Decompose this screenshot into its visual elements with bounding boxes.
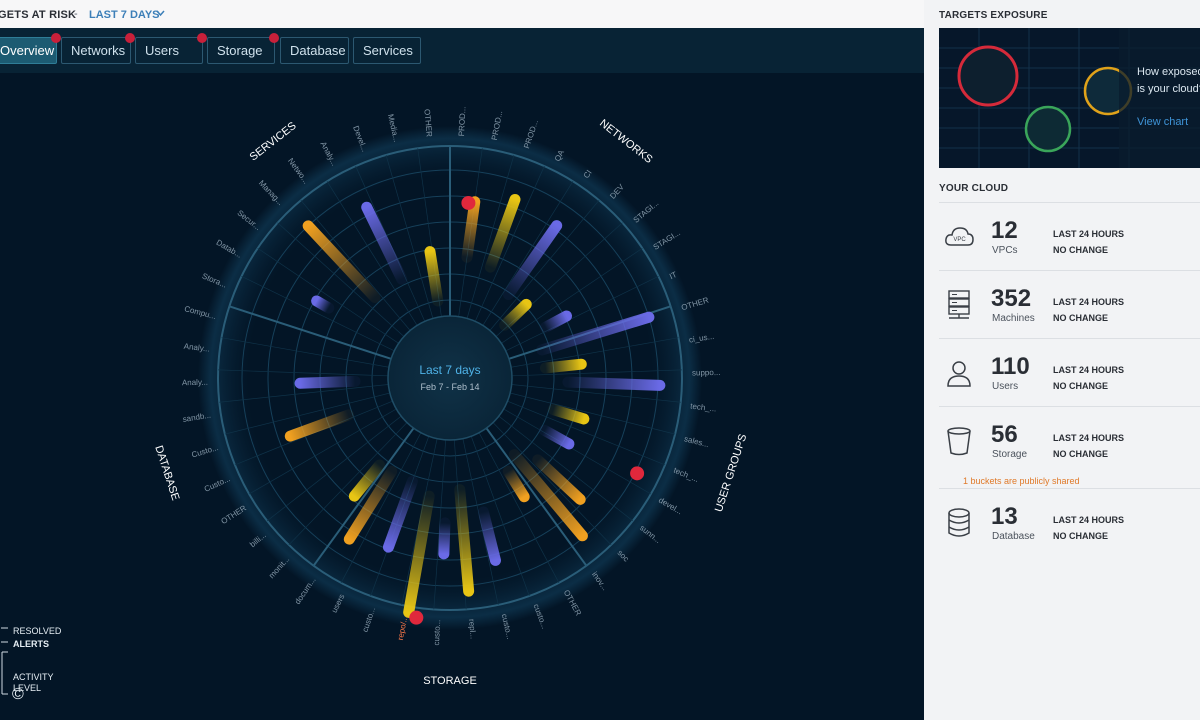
activity-bar[interactable] [438, 517, 451, 560]
view-chart-link[interactable]: View chart [1137, 116, 1188, 128]
title-separator: - [74, 8, 78, 20]
category-label[interactable]: suppo... [692, 368, 721, 378]
stat-value: 352 [991, 285, 1032, 312]
activity-bar[interactable] [562, 376, 666, 391]
category-label[interactable]: PROD... [457, 106, 467, 136]
activity-bar[interactable] [461, 196, 481, 263]
legend-alerts: ALERTS [13, 639, 49, 649]
exposure-text-line2: is your cloud? [1137, 83, 1200, 95]
stat-change: NO CHANGE [1053, 381, 1109, 391]
stat-database[interactable]: 13 Database LAST 24 HOURS NO CHANGE [939, 488, 1200, 557]
copyright-icon: © [12, 686, 24, 703]
category-label[interactable]: repl... [467, 619, 478, 640]
section-title-database: DATABASE [152, 444, 181, 502]
activity-bar[interactable] [311, 295, 335, 314]
vpc-icon-text: VPC [953, 237, 966, 243]
stat-change: NO CHANGE [1053, 449, 1109, 459]
stat-period: LAST 24 HOURS [1053, 515, 1125, 525]
activity-bar[interactable] [539, 358, 587, 374]
alert-dot[interactable] [461, 195, 476, 210]
alert-dot[interactable] [630, 466, 645, 481]
category-label-group: repl... [467, 619, 478, 640]
radial-risk-chart: OTHER PROD... PROD... PROD...QACIDEVSTAGI..… [152, 106, 750, 687]
targets-exposure-title: TARGETS EXPOSURE [939, 10, 1048, 21]
legend-resolved: RESOLVED [13, 626, 62, 636]
category-label[interactable]: Analy... [183, 342, 210, 354]
chevron-down-icon[interactable] [156, 9, 165, 17]
stat-storage[interactable]: 56 Storage LAST 24 HOURS NO CHANGE [939, 406, 1200, 475]
stat-change: NO CHANGE [1053, 245, 1109, 255]
cloud-vpc-icon: VPC [945, 227, 974, 246]
stat-period: LAST 24 HOURS [1053, 365, 1125, 375]
stat-period: LAST 24 HOURS [1053, 297, 1125, 307]
stat-period: LAST 24 HOURS [1053, 229, 1125, 239]
stat-change: NO CHANGE [1053, 531, 1109, 541]
stat-period: LAST 24 HOURS [1053, 433, 1125, 443]
center-dates: Feb 7 - Feb 14 [420, 382, 479, 392]
center-title: Last 7 days [419, 363, 480, 377]
category-label-group: Analy... [182, 378, 208, 387]
category-label-group: custo... [432, 619, 442, 645]
stat-change: NO CHANGE [1053, 313, 1109, 323]
section-title-storage: STORAGE [423, 675, 477, 687]
center-disc[interactable] [387, 315, 513, 441]
stat-users[interactable]: 110 Users LAST 24 HOURS NO CHANGE [939, 338, 1200, 407]
stat-label: Storage [992, 449, 1028, 460]
server-rack-icon [948, 290, 970, 319]
stat-vpcs[interactable]: VPC 12 VPCs LAST 24 HOURS NO CHANGE [939, 202, 1200, 271]
public-buckets-warning[interactable]: 1 buckets are publicly shared [963, 476, 1080, 486]
exposure-text-line1: How exposed [1137, 66, 1200, 78]
stat-value: 12 [991, 217, 1018, 244]
exposure-bubbles-graphic [939, 28, 1200, 168]
your-cloud-title: YOUR CLOUD [939, 183, 1009, 194]
category-label[interactable]: Analy... [182, 378, 208, 387]
right-sidebar: TARGETS EXPOSURE How exposed is your clo… [924, 0, 1200, 720]
category-label-group: Analy... [183, 342, 210, 354]
activity-bar[interactable] [294, 375, 361, 389]
section-title-user-groups: USER GROUPS [713, 433, 750, 514]
section-title-networks: NETWORKS [597, 117, 654, 166]
date-range-dropdown[interactable]: LAST 7 DAYS [89, 9, 160, 21]
activity-bar[interactable] [424, 246, 444, 307]
user-icon [947, 361, 971, 387]
stat-value: 56 [991, 421, 1018, 448]
stat-machines[interactable]: 352 Machines LAST 24 HOURS NO CHANGE [939, 270, 1200, 339]
page-title: GETS AT RISK [0, 9, 77, 21]
legend-activity-level: ACTIVITY [13, 672, 54, 682]
stat-label: VPCs [992, 245, 1018, 256]
stat-label: Machines [992, 313, 1035, 324]
category-label-group: suppo... [692, 368, 721, 378]
bucket-icon [947, 427, 971, 456]
targets-exposure-card[interactable]: How exposed is your cloud? View chart [939, 28, 1200, 168]
stat-value: 13 [991, 503, 1018, 530]
category-label[interactable]: custo... [432, 619, 442, 645]
database-icon [948, 508, 970, 537]
risk-panel: Overview Networks Users Storage Database… [0, 28, 924, 720]
alert-dot[interactable] [409, 610, 424, 625]
stat-label: Users [992, 381, 1019, 392]
top-bar: GETS AT RISK - LAST 7 DAYS [0, 0, 924, 28]
category-label-group: PROD... [457, 106, 467, 136]
stat-label: Database [992, 531, 1035, 542]
stat-value: 110 [991, 353, 1030, 380]
